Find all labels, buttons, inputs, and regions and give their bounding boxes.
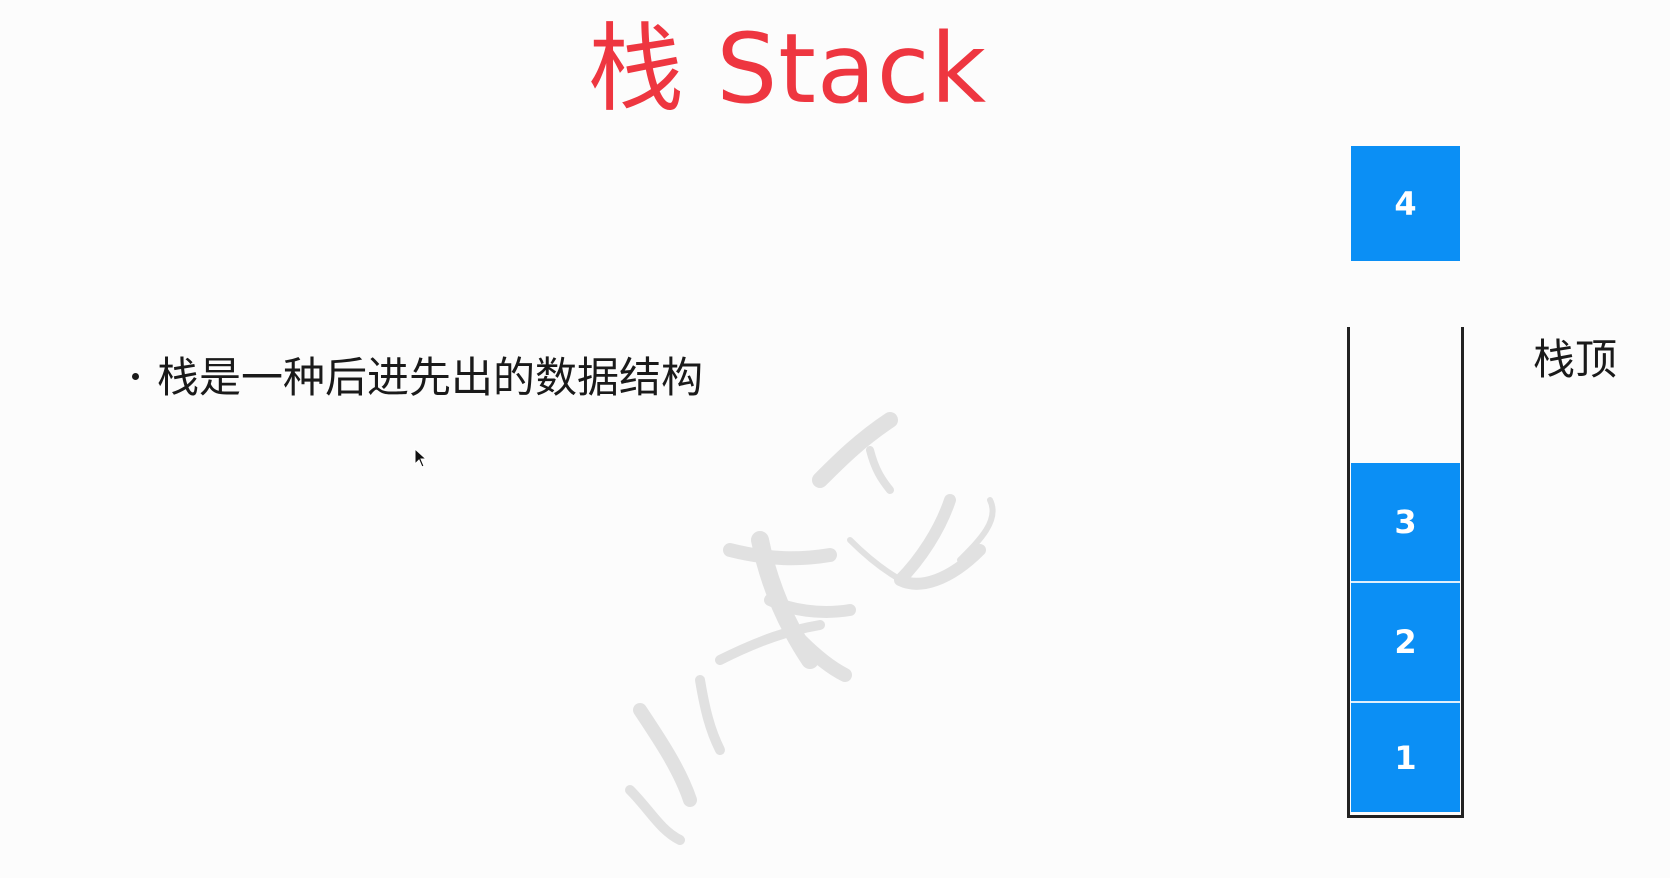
bullet-point: 栈是一种后进先出的数据结构 [132,348,703,408]
stack-divider [1351,701,1460,703]
mouse-pointer-icon [414,448,428,468]
bullet-text: 栈是一种后进先出的数据结构 [157,353,704,402]
stack-block: 1 [1351,703,1460,812]
stack-top-label: 栈顶 [1533,335,1618,384]
slide: 栈 Stack 栈是一种后进先出的数据结构 4 3 2 1 栈顶 [0,0,1670,878]
slide-title: 栈 Stack [587,13,988,125]
stack-block: 3 [1351,463,1460,581]
stack-container: 3 2 1 [1347,327,1464,818]
stack-divider [1351,581,1460,583]
stack-block: 2 [1351,583,1460,701]
bullet-dot-icon [132,373,139,380]
calligraphy-watermark-icon [625,412,996,845]
stack-block-floating: 4 [1351,146,1460,261]
